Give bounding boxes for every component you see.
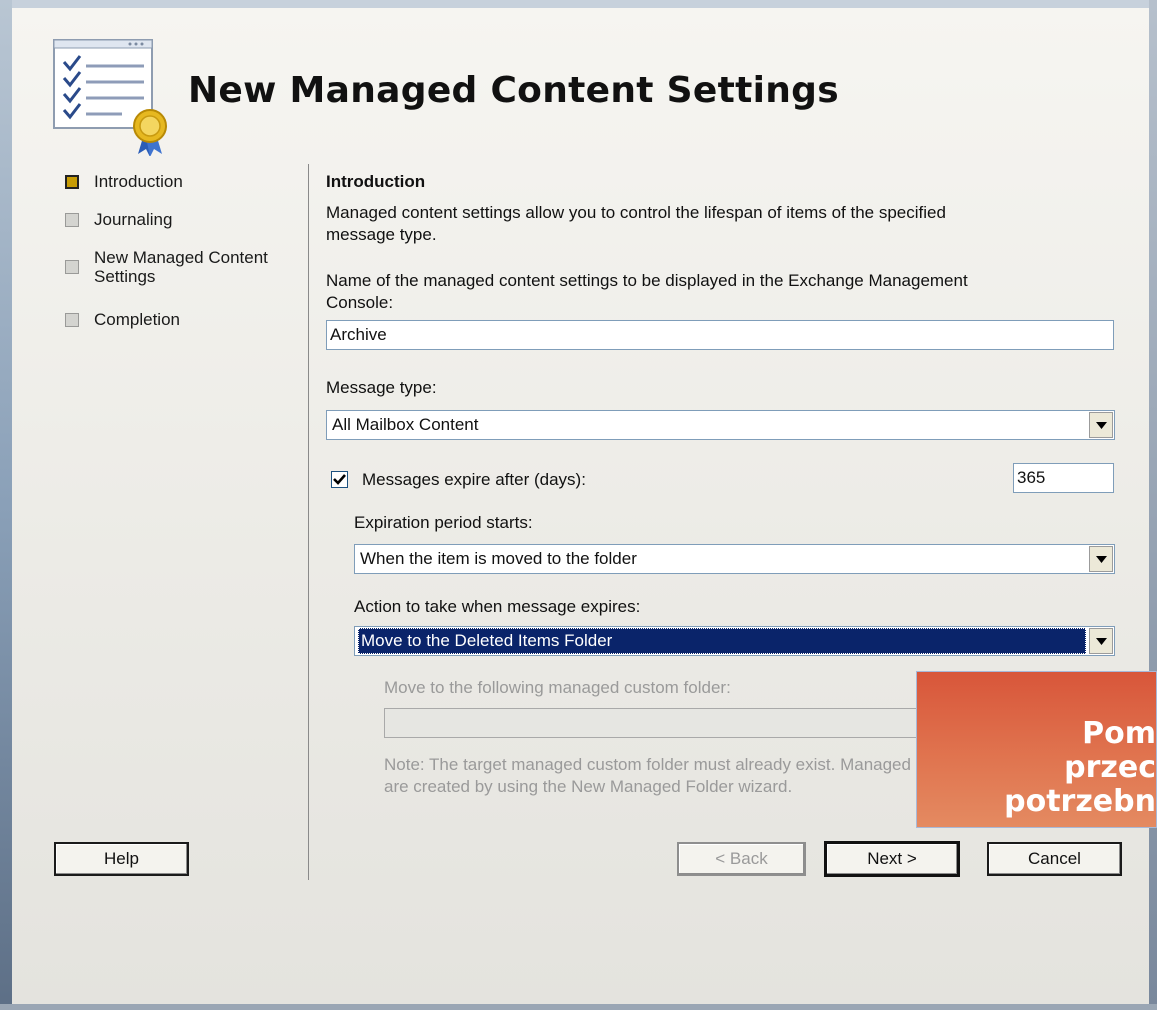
name-label-line-2: Console:	[326, 293, 394, 312]
expire-checkbox[interactable]	[331, 471, 348, 488]
callout-line-1: Pom	[1082, 716, 1156, 751]
description-line-2: message type.	[326, 225, 437, 244]
window-frame-top	[0, 0, 1157, 8]
note-line-2: are created by using the New Managed Fol…	[384, 777, 793, 796]
callout-overlay: Pom przec potrzebn	[916, 671, 1157, 828]
window-frame-left	[0, 0, 12, 1010]
checkmark-icon	[333, 474, 346, 485]
message-type-select[interactable]: All Mailbox Content	[326, 410, 1115, 440]
step-journaling: Journaling	[65, 210, 172, 230]
section-title: Introduction	[326, 172, 426, 191]
help-button[interactable]: Help	[54, 842, 189, 876]
step-label: New Managed Content Settings	[94, 248, 268, 286]
move-folder-label: Move to the following managed custom fol…	[384, 678, 731, 697]
description-line-1: Managed content settings allow you to co…	[326, 203, 946, 222]
expire-checkbox-label: Messages expire after (days):	[362, 470, 586, 489]
window-frame-right	[1149, 0, 1157, 1010]
step-new-managed-content-settings: New Managed Content Settings	[65, 248, 268, 286]
back-button[interactable]: < Back	[677, 842, 806, 876]
move-folder-input	[384, 708, 1004, 738]
page-title: New Managed Content Settings	[188, 70, 839, 111]
action-label: Action to take when message expires:	[354, 597, 641, 616]
chevron-down-icon[interactable]	[1089, 412, 1113, 438]
step-introduction: Introduction	[65, 172, 183, 192]
expiration-start-value: When the item is moved to the folder	[360, 549, 637, 568]
message-type-value: All Mailbox Content	[332, 415, 479, 434]
step-label: Introduction	[94, 172, 183, 191]
expiration-start-label: Expiration period starts:	[354, 513, 533, 532]
expiration-start-select[interactable]: When the item is moved to the folder	[354, 544, 1115, 574]
step-pending-icon	[65, 213, 79, 227]
name-label-line-1: Name of the managed content settings to …	[326, 271, 968, 290]
name-input[interactable]: Archive	[326, 320, 1114, 350]
step-completion: Completion	[65, 310, 180, 330]
step-active-icon	[65, 175, 79, 189]
cancel-button[interactable]: Cancel	[987, 842, 1122, 876]
action-value: Move to the Deleted Items Folder	[358, 628, 1086, 654]
step-pending-icon	[65, 260, 79, 274]
checklist-ribbon-icon	[53, 39, 167, 156]
nav-divider	[308, 164, 309, 880]
window-frame-bottom	[0, 1004, 1157, 1010]
expire-days-input[interactable]: 365	[1013, 463, 1114, 493]
callout-line-3: potrzebn	[1004, 784, 1156, 819]
action-select[interactable]: Move to the Deleted Items Folder	[354, 626, 1115, 656]
message-type-label: Message type:	[326, 378, 437, 397]
chevron-down-icon[interactable]	[1089, 628, 1113, 654]
step-label: Completion	[94, 310, 180, 329]
next-button[interactable]: Next >	[824, 841, 960, 877]
callout-line-2: przec	[1064, 750, 1156, 785]
wizard-dialog: New Managed Content Settings Introductio…	[12, 8, 1149, 1004]
step-pending-icon	[65, 313, 79, 327]
step-label: Journaling	[94, 210, 173, 229]
chevron-down-icon[interactable]	[1089, 546, 1113, 572]
